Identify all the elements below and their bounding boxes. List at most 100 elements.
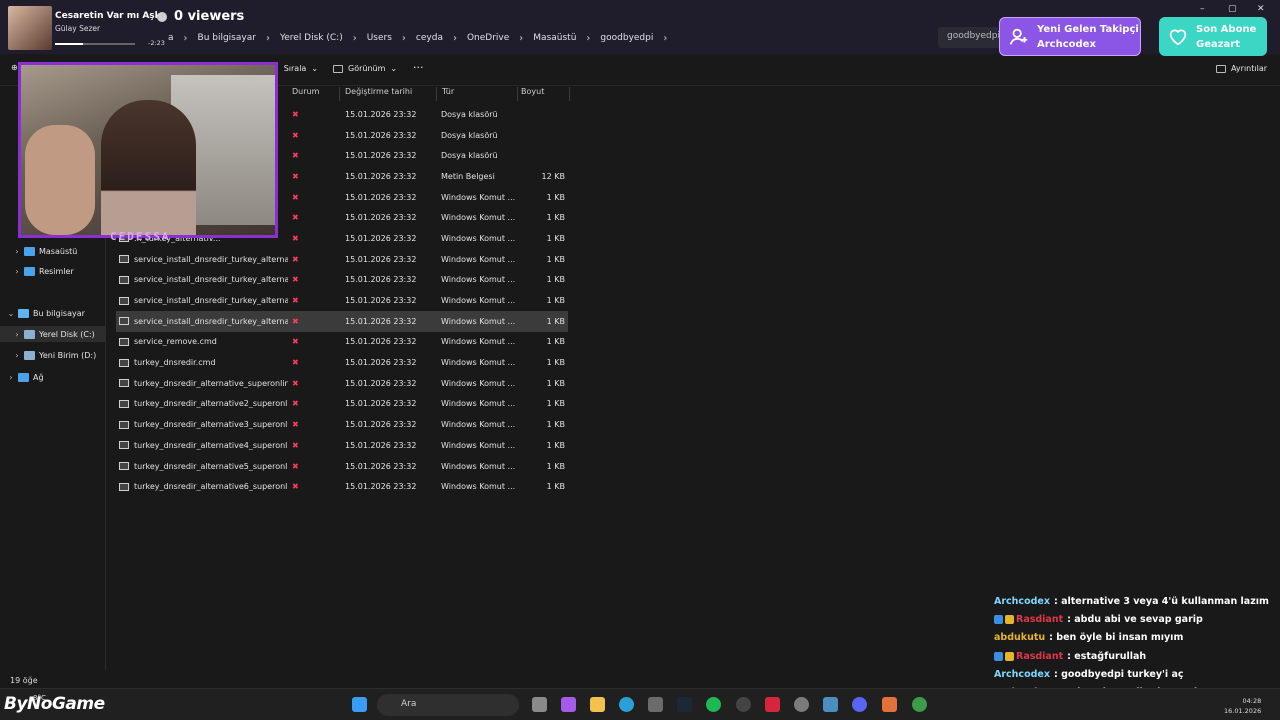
settings-icon[interactable] bbox=[794, 697, 809, 712]
more-options-button[interactable]: ··· bbox=[413, 61, 424, 74]
breadcrumb-item[interactable]: ceyda bbox=[408, 33, 451, 43]
breadcrumb-item[interactable]: Users bbox=[359, 33, 400, 43]
sync-error-icon: ✖ bbox=[292, 171, 299, 181]
discord-icon[interactable] bbox=[852, 697, 867, 712]
file-row[interactable]: turkey_dnsredir_alternative3_superonline… bbox=[116, 414, 568, 435]
teddy-bear bbox=[25, 125, 95, 235]
breadcrumb-item[interactable]: Masaüstü bbox=[525, 33, 584, 43]
maximize-icon[interactable]: ▢ bbox=[1228, 4, 1237, 14]
sync-error-icon: ✖ bbox=[292, 275, 299, 285]
minimize-icon[interactable]: – bbox=[1200, 4, 1205, 14]
file-name: turkey_dnsredir_alternative6_superonline… bbox=[134, 482, 288, 492]
network-icon bbox=[18, 372, 29, 382]
chevron-right-icon[interactable]: › bbox=[4, 373, 18, 382]
nav-item-network[interactable]: › Ağ bbox=[4, 369, 44, 385]
system-clock[interactable]: 04:28 16.01.2026 bbox=[1224, 696, 1261, 716]
file-row[interactable]: turkey_dnsredir_alternative5_superonline… bbox=[116, 456, 568, 477]
nav-item-this-pc[interactable]: ⌄ Bu bilgisayar bbox=[4, 305, 85, 321]
file-date: 15.01.2026 23:32 bbox=[345, 440, 417, 450]
file-name-cell: turkey_dnsredir_alternative6_superonline… bbox=[116, 482, 288, 491]
taskbar-search-label: Ara bbox=[401, 699, 417, 709]
new-icon[interactable]: ⊕ bbox=[11, 63, 18, 72]
breadcrumb-item[interactable]: goodbyedpi bbox=[592, 33, 661, 43]
close-icon[interactable]: ✕ bbox=[1257, 4, 1265, 14]
file-row[interactable]: turkey_dnsredir_alternative_superonline.… bbox=[116, 373, 568, 394]
chat-text: : estağfurullah bbox=[1067, 650, 1147, 662]
file-row[interactable]: service_install_dnsredir_turkey_alternat… bbox=[116, 290, 568, 311]
file-name: turkey_dnsredir_alternative_superonline.… bbox=[134, 378, 288, 388]
details-button[interactable]: Ayrıntılar bbox=[1216, 64, 1267, 73]
chevron-right-icon[interactable]: › bbox=[182, 33, 190, 44]
file-row[interactable]: service_install_dnsredir_turkey_alternat… bbox=[116, 270, 568, 291]
file-type: Dosya klasörü bbox=[441, 151, 498, 161]
chevron-down-icon[interactable]: ⌄ bbox=[4, 309, 18, 318]
task-view-icon[interactable] bbox=[532, 697, 547, 712]
chevron-right-icon[interactable]: › bbox=[10, 351, 24, 360]
file-size: 1 KB bbox=[546, 420, 565, 430]
clock-time: 04:28 bbox=[1242, 697, 1262, 705]
chevron-right-icon[interactable]: › bbox=[400, 33, 408, 44]
file-row[interactable]: turkey_dnsredir_alternative6_superonline… bbox=[116, 476, 568, 497]
column-header-type[interactable]: Tür bbox=[438, 87, 518, 101]
file-date: 15.01.2026 23:32 bbox=[345, 109, 417, 119]
file-row[interactable]: service_remove.cmd ✖ 15.01.2026 23:32 Windo… bbox=[116, 332, 568, 353]
chevron-right-icon[interactable]: › bbox=[351, 33, 359, 44]
view-label: Görünüm bbox=[348, 64, 386, 73]
chevron-right-icon[interactable]: › bbox=[10, 247, 24, 256]
file-row[interactable]: turkey_dnsredir.cmd ✖ 15.01.2026 23:32 Wind… bbox=[116, 352, 568, 373]
store-icon[interactable] bbox=[648, 697, 663, 712]
file-name-cell: service_install_dnsredir_turkey_alternat… bbox=[116, 296, 288, 305]
chevron-right-icon[interactable]: › bbox=[10, 330, 24, 339]
edge-icon[interactable] bbox=[619, 697, 634, 712]
sync-status: ✖ bbox=[288, 399, 341, 408]
app-orange-icon[interactable] bbox=[882, 697, 897, 712]
app-green-icon[interactable] bbox=[912, 697, 927, 712]
breadcrumb-item[interactable]: OneDrive bbox=[459, 33, 517, 43]
chat-username: abdukutu bbox=[994, 632, 1046, 644]
chat-message: Rasdiant: abdu abi ve sevap garip bbox=[994, 610, 1280, 628]
chevron-right-icon[interactable]: › bbox=[451, 33, 459, 44]
subscriber-alert: Son Abone Geazart bbox=[1159, 17, 1267, 56]
file-type: Windows Komut ... bbox=[441, 461, 516, 471]
taskbar-search[interactable]: Ara bbox=[377, 694, 519, 716]
chevron-right-icon[interactable]: › bbox=[517, 33, 525, 44]
column-header-status[interactable]: Durum bbox=[288, 87, 340, 101]
file-icon bbox=[119, 462, 129, 471]
view-button[interactable]: Görünüm ⌄ bbox=[333, 64, 397, 73]
file-row[interactable]: turkey_dnsredir_alternative2_superonline… bbox=[116, 394, 568, 415]
nav-item-desktop[interactable]: › Masaüstü bbox=[10, 243, 77, 259]
view-icon bbox=[333, 64, 343, 73]
breadcrumb-item[interactable]: Yerel Disk (C:) bbox=[272, 33, 351, 43]
copilot-icon[interactable] bbox=[561, 697, 576, 712]
chevron-right-icon[interactable]: › bbox=[661, 33, 669, 44]
nav-item-local-disk-c[interactable]: › Yerel Disk (C:) bbox=[0, 326, 105, 342]
app-red-icon[interactable] bbox=[765, 697, 780, 712]
spotify-icon[interactable] bbox=[706, 697, 721, 712]
file-explorer-icon[interactable] bbox=[590, 697, 605, 712]
file-row[interactable]: turkey_dnsredir_alternative4_superonline… bbox=[116, 435, 568, 456]
breadcrumb-item[interactable]: Bu bilgisayar bbox=[190, 33, 264, 43]
monitor-app-icon[interactable] bbox=[823, 697, 838, 712]
file-size: 1 KB bbox=[546, 358, 565, 368]
file-row[interactable]: service_install_dnsredir_turkey_alternat… bbox=[116, 310, 568, 332]
nav-item-new-volume-d[interactable]: › Yeni Birim (D:) bbox=[10, 347, 96, 363]
nav-label: Yeni Birim (D:) bbox=[39, 350, 97, 360]
file-icon bbox=[119, 399, 129, 408]
sync-error-icon: ✖ bbox=[292, 337, 299, 347]
sort-button[interactable]: ↓ Sırala ⌄ bbox=[272, 64, 318, 73]
now-playing-widget: Cesaretin Var mı Aşka Gülay Sezer -2:23 bbox=[8, 6, 168, 52]
file-type: Windows Komut ... bbox=[441, 213, 516, 223]
file-name-cell: service_install_dnsredir_turkey_alternat… bbox=[116, 317, 288, 326]
file-row[interactable]: service_install_dnsredir_turkey_alternat… bbox=[116, 249, 568, 270]
column-header-modified[interactable]: Değiştirme tarihi bbox=[341, 87, 437, 101]
nav-item-pictures[interactable]: › Resimler bbox=[10, 263, 74, 279]
file-size: 1 KB bbox=[546, 378, 565, 388]
windows-start-icon[interactable] bbox=[352, 697, 367, 712]
obs-icon[interactable] bbox=[736, 697, 751, 712]
search-input[interactable]: goodbyedpi bbox=[938, 27, 1000, 48]
chevron-right-icon[interactable]: › bbox=[10, 267, 24, 276]
chevron-right-icon[interactable]: › bbox=[264, 33, 272, 44]
column-header-size[interactable]: Boyut bbox=[517, 87, 570, 101]
chevron-right-icon[interactable]: › bbox=[584, 33, 592, 44]
steam-icon[interactable] bbox=[677, 697, 692, 712]
